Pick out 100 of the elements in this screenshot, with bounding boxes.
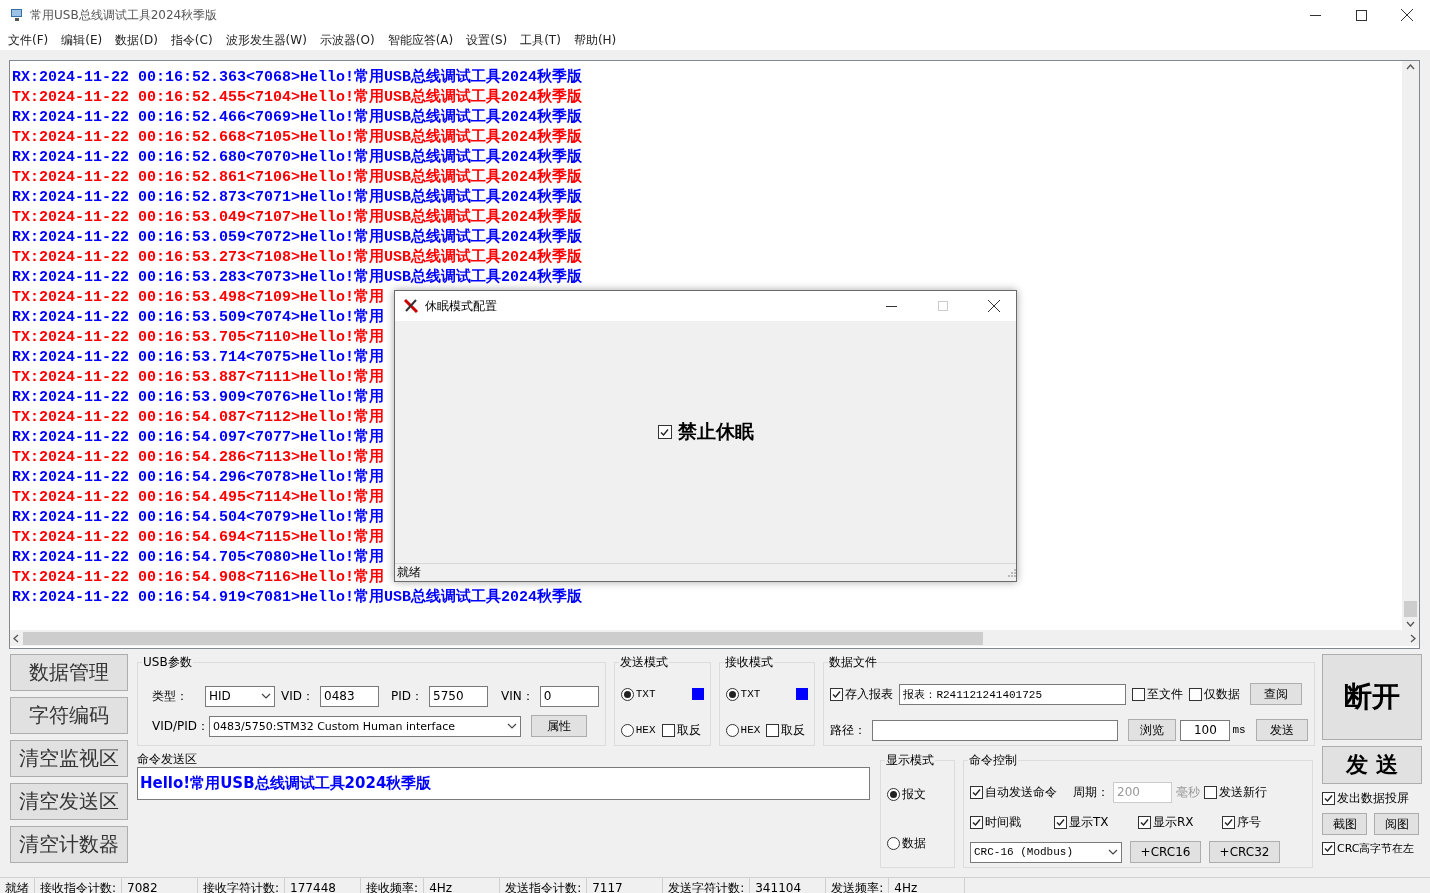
menu-item[interactable]: 示波器(O)	[319, 31, 375, 49]
status-text: 发送字符计数:	[663, 878, 751, 893]
checkbox[interactable]: 序号	[1222, 813, 1261, 831]
log-line: RX:2024-11-22 00:16:53.283<7073>Hello!常用USB总线调试工具2024秋季版	[12, 268, 583, 288]
checkbox[interactable]: 至文件	[1132, 685, 1184, 703]
field-label: VIN：	[501, 687, 534, 705]
status-text: 341104	[750, 878, 827, 893]
type-dropdown[interactable]: HID	[205, 685, 275, 707]
color-swatch[interactable]	[796, 688, 809, 700]
menu-item[interactable]: 编辑(E)	[61, 31, 103, 49]
scroll-up-icon[interactable]	[1406, 64, 1415, 70]
screenshot-button[interactable]: 阅图	[1374, 813, 1419, 835]
field-label: 路径：	[830, 721, 867, 739]
log-line: TX:2024-11-22 00:16:54.908<7116>Hello!常用	[12, 568, 385, 588]
log-line: TX:2024-11-22 00:16:53.498<7109>Hello!常用	[12, 288, 385, 308]
log-line: RX:2024-11-22 00:16:52.680<7070>Hello!常用USB总线调试工具2024秋季版	[12, 148, 583, 168]
browse-button[interactable]: 浏览	[1128, 719, 1177, 741]
menu-item[interactable]: 波形发生器(W)	[225, 31, 307, 49]
radio-button[interactable]: HEX	[620, 723, 656, 737]
maximize-icon[interactable]	[1355, 9, 1367, 21]
view-button[interactable]: 查阅	[1250, 683, 1303, 705]
side-button[interactable]: 字符编码	[10, 697, 128, 734]
menu-item[interactable]: 文件(F)	[8, 31, 49, 49]
command-send-field[interactable]: Hello!常用USB总线调试工具2024秋季版	[137, 767, 870, 800]
field-label: VID/PID：	[152, 717, 210, 735]
scrollbar-thumb[interactable]	[1404, 601, 1417, 617]
menu-item[interactable]: 工具(T)	[520, 31, 561, 49]
log-line: RX:2024-11-22 00:16:53.714<7075>Hello!常用	[12, 348, 385, 368]
checkbox[interactable]: 显示RX	[1138, 813, 1194, 831]
color-swatch[interactable]	[691, 688, 704, 700]
menu-item[interactable]: 指令(C)	[170, 31, 213, 49]
side-button[interactable]: 清空监视区	[10, 740, 128, 777]
interval-field[interactable]: 100	[1180, 719, 1231, 741]
radio-button[interactable]: HEX	[725, 723, 761, 737]
checkbox[interactable]: 存入报表	[830, 685, 894, 703]
disconnect-button[interactable]: 断开	[1322, 654, 1422, 740]
log-line: RX:2024-11-22 00:16:54.504<7079>Hello!常用	[12, 508, 385, 528]
radio-button[interactable]: TXT	[620, 687, 656, 701]
radio-button[interactable]: 数据	[886, 834, 926, 852]
crc-dropdown[interactable]: CRC-16 (Modbus)	[970, 841, 1122, 863]
vid-field[interactable]: 0483	[320, 685, 379, 707]
crc32-button[interactable]: +CRC32	[1209, 841, 1280, 863]
checkbox[interactable]: 取反	[661, 721, 701, 739]
radio-button[interactable]: 报文	[886, 785, 926, 803]
log-line: RX:2024-11-22 00:16:53.909<7076>Hello!常用	[12, 388, 385, 408]
minimize-icon[interactable]	[1309, 14, 1321, 16]
send-button[interactable]: 发 送	[1322, 746, 1422, 784]
field-label: PID：	[391, 687, 423, 705]
log-line: TX:2024-11-22 00:16:53.049<7107>Hello!常用USB总线调试工具2024秋季版	[12, 208, 583, 228]
scroll-down-icon[interactable]	[1406, 621, 1415, 627]
scroll-right-icon[interactable]	[1410, 633, 1416, 643]
vertical-scrollbar[interactable]	[1402, 61, 1419, 630]
status-text: 177448	[285, 878, 362, 893]
menu-item[interactable]: 帮助(H)	[573, 31, 617, 49]
dialog-title: 休眠模式配置	[425, 297, 498, 315]
log-line: TX:2024-11-22 00:16:54.694<7115>Hello!常用	[12, 528, 385, 548]
screenshot-button[interactable]: 截图	[1322, 813, 1367, 835]
log-line: RX:2024-11-22 00:16:52.466<7069>Hello!常用USB总线调试工具2024秋季版	[12, 108, 583, 128]
log-line: TX:2024-11-22 00:16:54.495<7114>Hello!常用	[12, 488, 385, 508]
side-button[interactable]: 清空计数器	[10, 826, 128, 863]
checkbox[interactable]: 显示TX	[1054, 813, 1109, 831]
resize-grip-icon[interactable]	[1007, 568, 1016, 577]
checkmark-icon	[971, 786, 982, 798]
log-line: RX:2024-11-22 00:16:54.919<7081>Hello!常用USB总线调试工具2024秋季版	[12, 588, 583, 608]
send-file-button[interactable]: 发送	[1255, 719, 1308, 741]
checkbox[interactable]: 禁止休眠	[657, 419, 754, 445]
close-icon[interactable]	[1401, 9, 1413, 21]
properties-button[interactable]: 属性	[531, 715, 588, 737]
group-title: USB参数	[142, 654, 193, 671]
checkbox[interactable]: 仅数据	[1189, 685, 1241, 703]
status-text: 4Hz	[889, 878, 966, 893]
checkbox[interactable]: 发出数据投屏	[1322, 790, 1422, 807]
checkbox[interactable]: 发送新行	[1204, 783, 1267, 801]
close-icon[interactable]	[987, 300, 1000, 312]
report-field[interactable]: 报表：R241121241401725	[899, 683, 1127, 705]
minimize-icon[interactable]	[886, 305, 897, 307]
horizontal-scrollbar[interactable]	[10, 630, 1419, 646]
maximize-icon	[937, 301, 948, 311]
checkbox[interactable]: CRC高字节在左	[1322, 841, 1422, 856]
crc16-button[interactable]: +CRC16	[1130, 841, 1201, 863]
pid-field[interactable]: 5750	[429, 685, 488, 707]
log-line: RX:2024-11-22 00:16:54.296<7078>Hello!常用	[12, 468, 385, 488]
side-button[interactable]: 数据管理	[10, 654, 128, 691]
checkmark-icon	[1323, 793, 1334, 804]
checkbox[interactable]: 自动发送命令	[970, 783, 1057, 801]
vid-pid-dropdown[interactable]: 0483/5750:STM32 Custom Human interface	[209, 715, 522, 737]
menu-item[interactable]: 设置(S)	[466, 31, 508, 49]
menu-item[interactable]: 数据(D)	[115, 31, 158, 49]
status-text: 7117	[587, 878, 664, 893]
checkbox[interactable]: 时间戳	[970, 813, 1021, 831]
checkmark-icon	[1139, 816, 1150, 828]
window-title: 常用USB总线调试工具2024秋季版	[30, 6, 219, 24]
side-button[interactable]: 清空发送区	[10, 783, 128, 820]
vin-field[interactable]: 0	[539, 685, 599, 707]
radio-button[interactable]: TXT	[725, 687, 761, 701]
scroll-left-icon[interactable]	[13, 633, 19, 643]
checkbox[interactable]: 取反	[766, 721, 806, 739]
scrollbar-thumb[interactable]	[23, 631, 983, 645]
path-field[interactable]	[872, 719, 1119, 741]
menu-item[interactable]: 智能应答(A)	[387, 31, 454, 49]
